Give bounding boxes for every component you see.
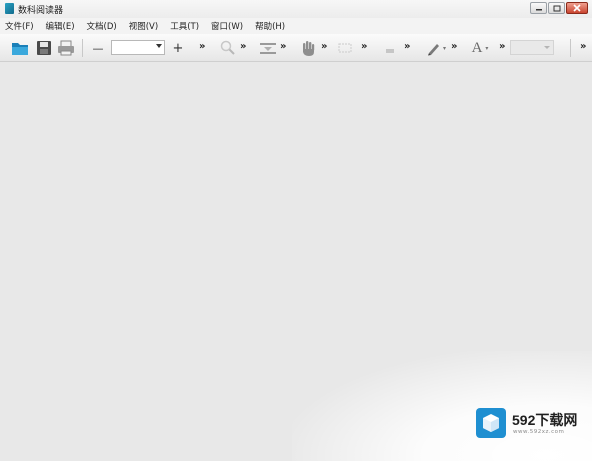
fit-width-icon (260, 43, 276, 54)
save-button[interactable] (34, 38, 54, 58)
find-button[interactable] (218, 38, 238, 58)
minimize-icon (535, 9, 542, 11)
stamp-button[interactable] (380, 38, 400, 58)
window-controls (530, 2, 588, 14)
window-title: 数科阅读器 (18, 6, 64, 16)
open-button[interactable] (10, 38, 30, 58)
zoom-out-button[interactable]: — (91, 38, 105, 58)
app-icon (5, 3, 14, 14)
zoom-select[interactable] (111, 40, 165, 55)
menu-help[interactable]: 帮助(H) (255, 20, 285, 32)
toolbar: — + » » » » » » ▾ » A ▾ » » (0, 34, 592, 62)
stamp-icon (386, 49, 394, 53)
toolbar-overflow-button[interactable]: » (321, 42, 327, 52)
magnifier-icon (220, 40, 235, 55)
toolbar-overflow-button[interactable]: » (199, 42, 205, 52)
app-window: 数科阅读器 文件(F) 编辑(E) 文档(D) 视图(V) 工具(T) 窗口(W… (0, 0, 592, 461)
hand-tool-button[interactable] (297, 38, 319, 58)
toolbar-overflow-button[interactable]: » (451, 42, 457, 52)
print-button[interactable] (56, 38, 76, 58)
text-tool-label: A (471, 39, 483, 56)
menu-window[interactable]: 窗口(W) (211, 20, 243, 32)
close-button[interactable] (566, 2, 588, 14)
menu-view[interactable]: 视图(V) (129, 20, 158, 32)
toolbar-overflow-button[interactable]: » (404, 42, 410, 52)
toolbar-overflow-button[interactable]: » (361, 42, 367, 52)
select-icon (338, 43, 352, 53)
maximize-icon (553, 5, 560, 11)
pen-icon (427, 44, 439, 56)
menu-edit[interactable]: 编辑(E) (46, 20, 75, 32)
toolbar-overflow-button[interactable]: » (499, 42, 505, 52)
pen-tool-button[interactable]: ▾ (425, 38, 447, 58)
fit-width-button[interactable] (257, 38, 279, 58)
zoom-in-button[interactable]: + (171, 38, 185, 58)
chevron-down-icon: ▾ (485, 45, 489, 52)
chevron-down-icon (156, 44, 162, 48)
toolbar-overflow-button[interactable]: » (580, 42, 586, 52)
text-tool-button[interactable]: A ▾ (466, 38, 494, 58)
maximize-button[interactable] (548, 2, 565, 14)
watermark-text: 592下载网 (512, 412, 578, 428)
chevron-down-icon: ▾ (442, 44, 446, 52)
font-select[interactable] (510, 40, 554, 55)
toolbar-separator (570, 39, 571, 57)
open-folder-icon (12, 43, 28, 55)
minimize-button[interactable] (530, 2, 547, 14)
watermark-url: www.592xz.com (513, 429, 565, 435)
menu-bar: 文件(F) 编辑(E) 文档(D) 视图(V) 工具(T) 窗口(W) 帮助(H… (0, 18, 592, 34)
menu-tools[interactable]: 工具(T) (170, 20, 199, 32)
toolbar-overflow-button[interactable]: » (280, 42, 286, 52)
chevron-down-icon (544, 46, 550, 49)
toolbar-separator (82, 39, 83, 57)
menu-file[interactable]: 文件(F) (5, 20, 34, 32)
toolbar-overflow-button[interactable]: » (240, 42, 246, 52)
menu-document[interactable]: 文档(D) (87, 20, 117, 32)
select-tool-button[interactable] (335, 38, 355, 58)
hand-icon (303, 41, 315, 56)
watermark-glow (292, 351, 592, 461)
save-icon (37, 41, 51, 55)
print-icon (58, 40, 74, 56)
watermark-logo-icon (476, 408, 506, 438)
close-icon (573, 4, 581, 12)
title-bar: 数科阅读器 (0, 0, 592, 18)
